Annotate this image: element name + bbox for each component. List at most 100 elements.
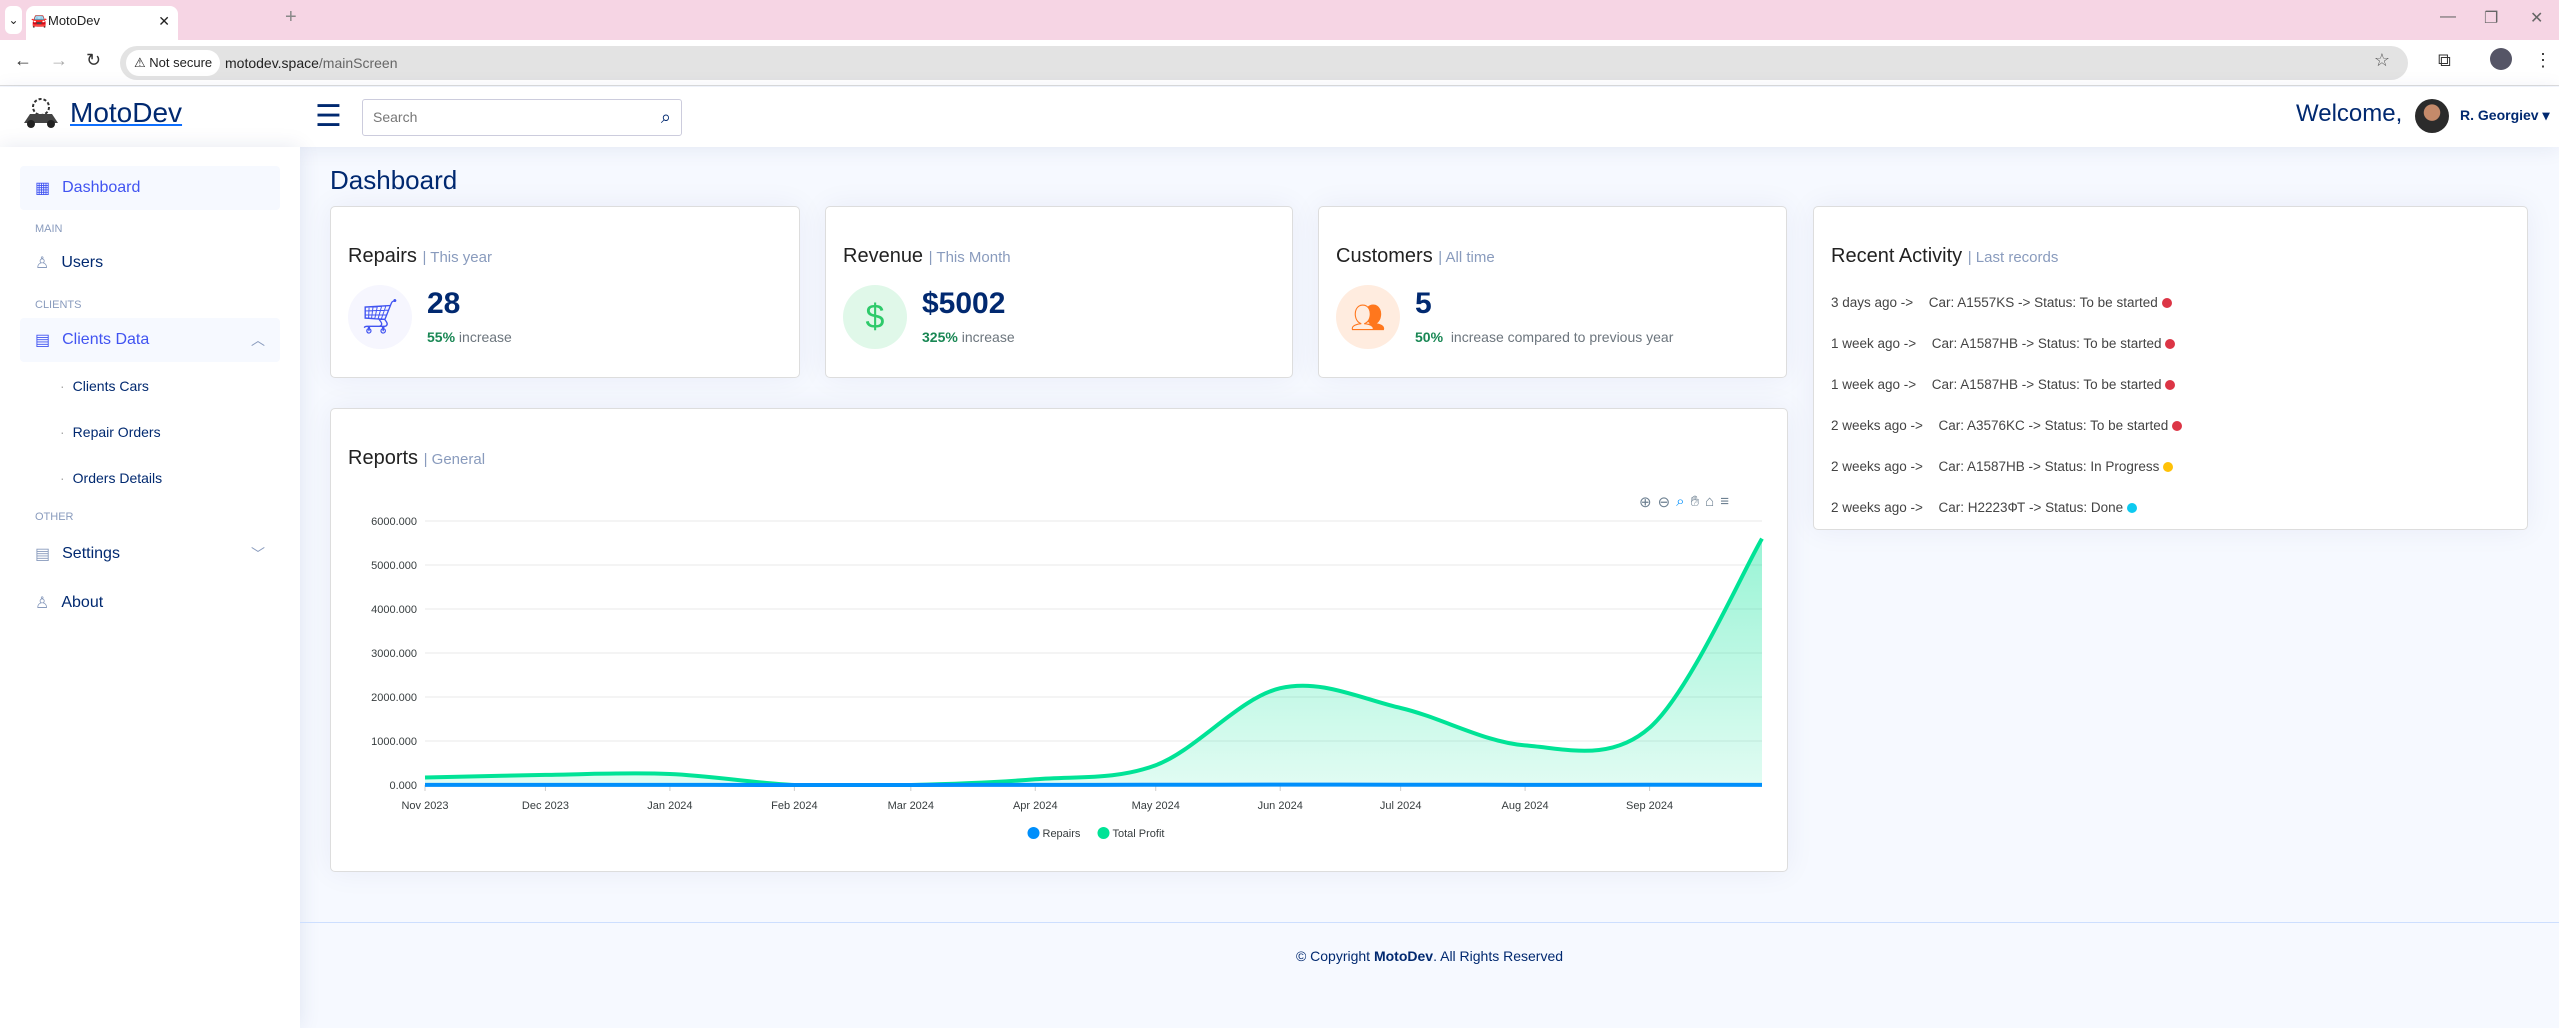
card-period: | Last records xyxy=(1967,249,2059,266)
close-tab-icon[interactable]: ✕ xyxy=(158,6,170,36)
tab-search-button[interactable]: ⌄ xyxy=(5,6,22,34)
sidebar-heading-main: MAIN xyxy=(35,223,63,235)
omnibox[interactable]: ⚠ Not secure motodev.space/mainScreen ☆ xyxy=(120,46,2408,80)
customers-percent: 50% xyxy=(1415,329,1444,345)
card-title-text: Customers xyxy=(1336,245,1433,267)
journal-icon: ▤ xyxy=(35,332,51,349)
status-dot xyxy=(2161,297,2172,308)
not-secure-label: Not secure xyxy=(149,55,213,70)
status-dot xyxy=(2163,461,2174,472)
sidebar-heading-clients: CLIENTS xyxy=(35,299,82,311)
grid-icon: ▦ xyxy=(35,180,51,197)
sidebar-item-dashboard[interactable]: ▦ Dashboard xyxy=(20,166,280,210)
search-input[interactable]: Search ⌕ xyxy=(362,99,682,136)
sidebar: ▦ Dashboard MAIN ♙ Users CLIENTS ▤ Clients … xyxy=(0,147,300,1028)
x-tick-label: Nov 2023 xyxy=(401,800,448,812)
logo-text: MotoDev xyxy=(70,97,183,128)
activity-text: Car: A1587HB -> Status: To be started xyxy=(1931,377,2162,392)
bookmark-star-icon[interactable]: ☆ xyxy=(2374,50,2390,71)
chevron-up-icon: ︿ xyxy=(251,332,265,348)
car-logo-icon xyxy=(24,98,58,128)
sidebar-item-label: About xyxy=(61,594,104,611)
card-title: Customers | All time xyxy=(1336,245,1495,268)
x-tick-label: Apr 2024 xyxy=(1013,800,1058,812)
sidebar-item-clients-data[interactable]: ▤ Clients Data ︿ xyxy=(20,318,280,362)
reports-card: Reports | General ⊕ ⊖ ⌕ ✋︎ ⌂ ≡ 0.000 1000.000 2… xyxy=(330,408,1788,872)
activity-item: 2 weeks ago -> Car: A1587HB -> Status: I… xyxy=(1831,459,2174,474)
x-tick-label: Dec 2023 xyxy=(522,800,569,812)
copyright-prefix: © Copyright xyxy=(1295,948,1374,964)
revenue-value: $5002 xyxy=(922,287,1006,320)
y-tick-label: 2000.000 xyxy=(371,692,417,704)
back-icon[interactable]: ← xyxy=(14,50,32,71)
address-bar-row: ← → ↻ ⚠ Not secure motodev.space/mainScr… xyxy=(0,40,2559,86)
profile-avatar-icon[interactable] xyxy=(2490,48,2512,70)
activity-text: Car: A1587HB -> Status: To be started xyxy=(1931,336,2162,351)
legend-label: Repairs xyxy=(1043,828,1081,840)
sidebar-subitem-clients-cars[interactable]: Clients Cars xyxy=(60,378,149,394)
url-host: motodev.space xyxy=(225,55,319,71)
y-tick-label: 4000.000 xyxy=(371,604,417,616)
activity-text: Car: H2223ФТ -> Status: Done xyxy=(1938,500,2124,515)
reload-icon[interactable]: ↻ xyxy=(86,50,101,71)
restore-icon[interactable]: ❐ xyxy=(2484,8,2498,28)
hamburger-menu-icon[interactable]: ☰ xyxy=(315,99,342,134)
activity-item: 3 days ago -> Car: A1557KS -> Status: To… xyxy=(1831,295,2172,310)
logo-link[interactable]: MotoDev xyxy=(20,97,182,129)
sidebar-item-label: Dashboard xyxy=(62,179,141,196)
activity-time: 2 weeks ago -> xyxy=(1831,459,1923,474)
activity-time: 1 week ago -> xyxy=(1831,377,1917,392)
activity-text: Car: A1557KS -> Status: To be started xyxy=(1928,295,2158,310)
card-title: Recent Activity | Last records xyxy=(1831,245,2058,268)
minimize-icon[interactable]: — xyxy=(2440,8,2456,26)
customers-note: increase compared to previous year xyxy=(1450,329,1674,345)
recent-activity-card: Recent Activity | Last records 3 days ag… xyxy=(1813,206,2528,530)
y-tick-label: 3000.000 xyxy=(371,648,417,660)
new-tab-button[interactable]: + xyxy=(285,6,297,29)
status-dot xyxy=(2165,338,2176,349)
search-icon[interactable]: ⌕ xyxy=(661,100,671,135)
activity-time: 2 weeks ago -> xyxy=(1831,500,1923,515)
journal-icon: ▤ xyxy=(35,546,51,563)
sidebar-item-about[interactable]: ♙ About xyxy=(20,581,280,625)
url-path: /mainScreen xyxy=(318,55,398,71)
extensions-icon[interactable]: ⧉ xyxy=(2438,50,2451,71)
revenue-note: increase xyxy=(961,329,1015,345)
forward-icon[interactable]: → xyxy=(50,50,68,71)
x-tick-label: May 2024 xyxy=(1132,800,1180,812)
reports-chart[interactable]: 0.000 1000.000 2000.000 3000.000 4000.000 500… xyxy=(331,409,1789,873)
card-period: | This year xyxy=(422,249,492,266)
browser-tab[interactable]: 🚘 MotoDev ✕ xyxy=(26,6,178,40)
close-window-icon[interactable]: ✕ xyxy=(2530,8,2543,28)
browser-tab-bar: ⌄ 🚘 MotoDev ✕ + — ❐ ✕ xyxy=(0,0,2559,40)
menu-kebab-icon[interactable]: ⋮ xyxy=(2534,50,2552,71)
footer: © Copyright MotoDev. All Rights Reserved xyxy=(300,922,2559,964)
activity-text: Car: A1587HB -> Status: In Progress xyxy=(1938,459,2160,474)
card-title: Repairs | This year xyxy=(348,245,492,268)
legend-label: Total Profit xyxy=(1113,828,1165,840)
sidebar-item-users[interactable]: ♙ Users xyxy=(20,241,280,285)
x-tick-label: Sep 2024 xyxy=(1626,800,1673,812)
y-tick-label: 1000.000 xyxy=(371,736,417,748)
x-tick-label: Jul 2024 xyxy=(1380,800,1422,812)
card-title-text: Recent Activity xyxy=(1831,245,1963,267)
sidebar-item-settings[interactable]: ▤ Settings ﹀ xyxy=(20,532,280,576)
not-secure-badge[interactable]: ⚠ Not secure xyxy=(126,50,221,76)
sidebar-heading-other: OTHER xyxy=(35,511,74,523)
repairs-value: 28 xyxy=(427,287,461,320)
activity-item: 2 weeks ago -> Car: A3576KC -> Status: T… xyxy=(1831,418,2183,433)
cart-icon: 🛒︎ xyxy=(348,285,412,349)
sidebar-item-label: Settings xyxy=(62,545,120,562)
user-name: R. Georgiev xyxy=(2460,107,2539,123)
total-profit-line xyxy=(424,537,1764,787)
chevron-down-icon: ﹀ xyxy=(251,546,265,562)
url-text[interactable]: motodev.space/mainScreen xyxy=(225,46,398,80)
user-dropdown[interactable]: R. Georgiev ▾ xyxy=(2460,107,2550,124)
activity-item: 1 week ago -> Car: A1587HB -> Status: To… xyxy=(1831,377,2176,392)
sidebar-subitem-repair-orders[interactable]: Repair Orders xyxy=(60,424,161,440)
customers-card: Customers | All time 👥︎ 5 50% increase c… xyxy=(1318,206,1787,378)
sidebar-subitem-orders-details[interactable]: Orders Details xyxy=(60,470,162,486)
activity-text: Car: A3576KC -> Status: To be started xyxy=(1938,418,2169,433)
car-favicon-icon: 🚘 xyxy=(31,13,48,28)
avatar[interactable] xyxy=(2415,99,2449,133)
